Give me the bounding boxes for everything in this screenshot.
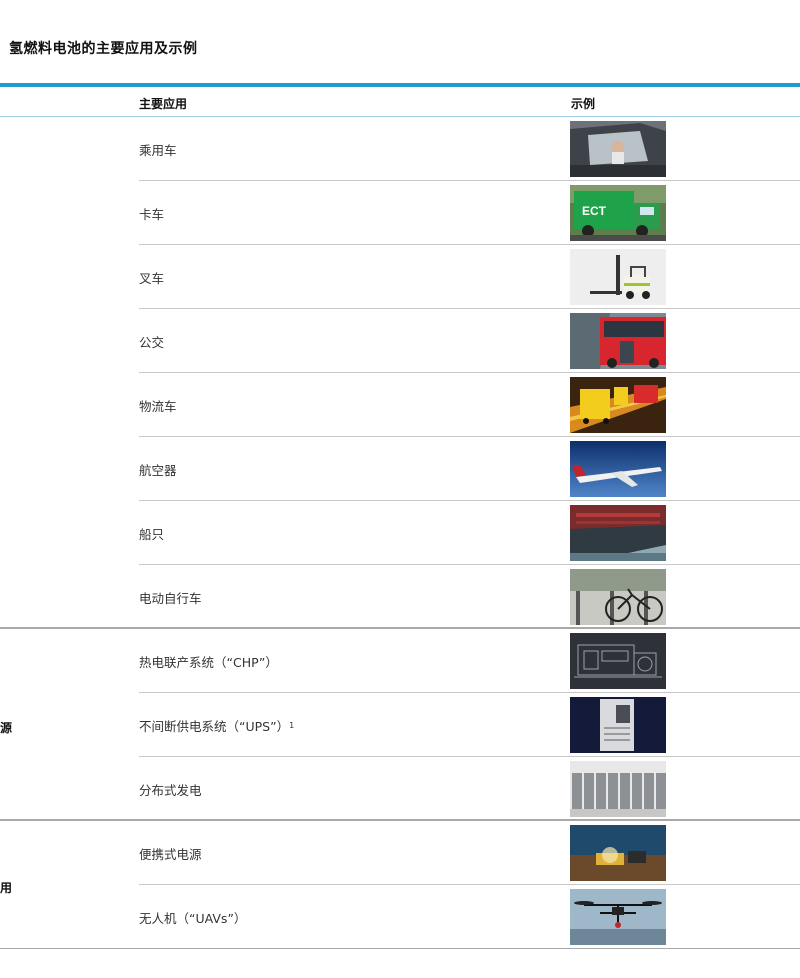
table-row: 乘用车 (0, 117, 800, 181)
row-label: 电动自行车 (139, 590, 202, 606)
ebike-image (570, 569, 666, 625)
row-label-text: 不间断供电系统（“UPS”） (139, 718, 290, 734)
table-row: 便携式电源 (0, 821, 800, 885)
row-label: 航空器 (139, 462, 177, 478)
row-label: 不间断供电系统（“UPS”） 1 (139, 693, 294, 757)
table-row: 电动自行车 (0, 565, 800, 629)
row-label: 卡车 (139, 206, 165, 222)
row-label: 无人机（“UAVs”） (139, 910, 247, 926)
portable-power-image (570, 825, 666, 881)
drone-image (570, 889, 666, 945)
row-label: 乘用车 (139, 142, 177, 158)
table-row: 卡车 ECT (0, 181, 800, 245)
row-label: 船只 (139, 526, 165, 542)
aircraft-image (570, 441, 666, 497)
logistics-truck-image (570, 377, 666, 433)
truck-image: ECT (570, 185, 666, 241)
row-label: 叉车 (139, 270, 165, 286)
table-row: 无人机（“UAVs”） (0, 885, 800, 949)
row-label: 分布式发电 (139, 782, 202, 798)
table-row: 分布式发电 (0, 757, 800, 821)
category-label: 电源 (0, 721, 13, 735)
title-accent-bar (0, 83, 800, 87)
ship-image (570, 505, 666, 561)
table-row: 热电联产系统（“CHP”） (0, 629, 800, 693)
header-examples: 示例 (571, 97, 596, 111)
row-label: 便携式电源 (139, 846, 202, 862)
header-applications: 主要应用 (139, 97, 188, 111)
table-row: 航空器 (0, 437, 800, 501)
category-label: 应用 (0, 881, 13, 895)
row-divider (0, 948, 800, 949)
chp-image (570, 633, 666, 689)
table-row: 物流车 (0, 373, 800, 437)
ups-image (570, 697, 666, 753)
forklift-image (570, 249, 666, 305)
table-row: 船只 (0, 501, 800, 565)
table-row: 公交 (0, 309, 800, 373)
car-image (570, 121, 666, 177)
row-label: 物流车 (139, 398, 177, 414)
row-label: 公交 (139, 334, 165, 350)
footnote-marker: 1 (289, 720, 295, 730)
table-row: 不间断供电系统（“UPS”） 1 (0, 693, 800, 757)
row-label: 热电联产系统（“CHP”） (139, 654, 278, 670)
table-row: 叉车 (0, 245, 800, 309)
svg-text:ECT: ECT (582, 204, 607, 218)
page-title: 氢燃料电池的主要应用及示例 (9, 41, 198, 57)
bus-image (570, 313, 666, 369)
distributed-generation-image (570, 761, 666, 817)
